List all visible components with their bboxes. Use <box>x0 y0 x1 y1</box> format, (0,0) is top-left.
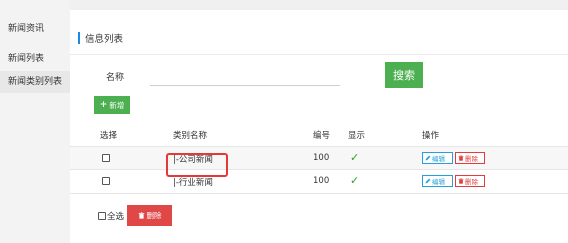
plus-icon: + <box>99 100 108 110</box>
category-number: 100 <box>313 153 330 163</box>
sidebar-item-news-list[interactable]: 新闻列表 <box>0 48 70 70</box>
sidebar-item-label: 新闻类别列表 <box>8 77 63 87</box>
column-header-number: 编号 <box>313 131 331 141</box>
sidebar-item-news-category-list[interactable]: 新闻类别列表 <box>0 71 70 93</box>
edit-label: 编辑 <box>432 178 445 186</box>
delete-button[interactable]: 删除 <box>455 175 485 187</box>
page-header: 信息列表 <box>78 31 123 45</box>
table-row: |-行业新闻 100 ✓ 编辑 删除 <box>70 170 568 194</box>
table-row: |-公司新闻 100 ✓ 编辑 删除 <box>70 146 568 170</box>
name-filter-input[interactable] <box>150 70 340 86</box>
column-header-category-name: 类别名称 <box>173 131 208 141</box>
trash-icon <box>458 155 464 161</box>
bulk-delete-button[interactable]: 删除 <box>127 205 173 226</box>
category-name: |-行业新闻 <box>173 178 213 188</box>
delete-label: 删除 <box>465 155 478 163</box>
add-button[interactable]: + 新增 <box>94 96 130 114</box>
trash-icon <box>138 212 144 219</box>
table-header: 选择 类别名称 编号 显示 操作 <box>70 124 568 145</box>
trash-icon <box>458 178 464 184</box>
checkmark-icon: ✓ <box>350 174 360 187</box>
category-number: 100 <box>313 176 330 186</box>
select-all-checkbox[interactable] <box>98 211 106 220</box>
edit-label: 编辑 <box>432 155 445 163</box>
select-all-label: 全选 <box>107 211 125 222</box>
name-filter-label: 名称 <box>106 73 125 83</box>
page-title: 信息列表 <box>85 34 124 45</box>
pencil-icon <box>425 178 431 184</box>
edit-button[interactable]: 编辑 <box>422 152 453 164</box>
row-checkbox[interactable] <box>102 177 110 185</box>
main-content: 信息列表 名称 搜索 + 新增 选择 类别名称 编号 显示 操作 |-公司新闻 … <box>70 10 568 243</box>
delete-label: 删除 <box>465 178 478 186</box>
checkmark-icon: ✓ <box>350 151 360 164</box>
search-button[interactable]: 搜索 <box>385 62 423 88</box>
pencil-icon <box>425 155 431 161</box>
row-checkbox[interactable] <box>102 154 110 162</box>
title-accent-bar <box>78 32 80 44</box>
edit-button[interactable]: 编辑 <box>422 175 453 187</box>
header-divider <box>70 54 568 55</box>
sidebar: 新闻资讯 新闻列表 新闻类别列表 <box>0 0 70 243</box>
sidebar-item-label: 新闻列表 <box>8 54 45 64</box>
add-button-label: 新增 <box>109 100 125 110</box>
table-footer: 全选 删除 <box>98 205 173 226</box>
column-header-actions: 操作 <box>422 131 440 141</box>
bulk-delete-label: 删除 <box>146 211 162 220</box>
category-name: |-公司新闻 <box>173 155 213 165</box>
column-header-visible: 显示 <box>348 131 366 141</box>
delete-button[interactable]: 删除 <box>455 152 485 164</box>
column-header-select: 选择 <box>100 131 118 141</box>
top-strip <box>70 0 568 10</box>
sidebar-section-title[interactable]: 新闻资讯 <box>8 21 44 34</box>
